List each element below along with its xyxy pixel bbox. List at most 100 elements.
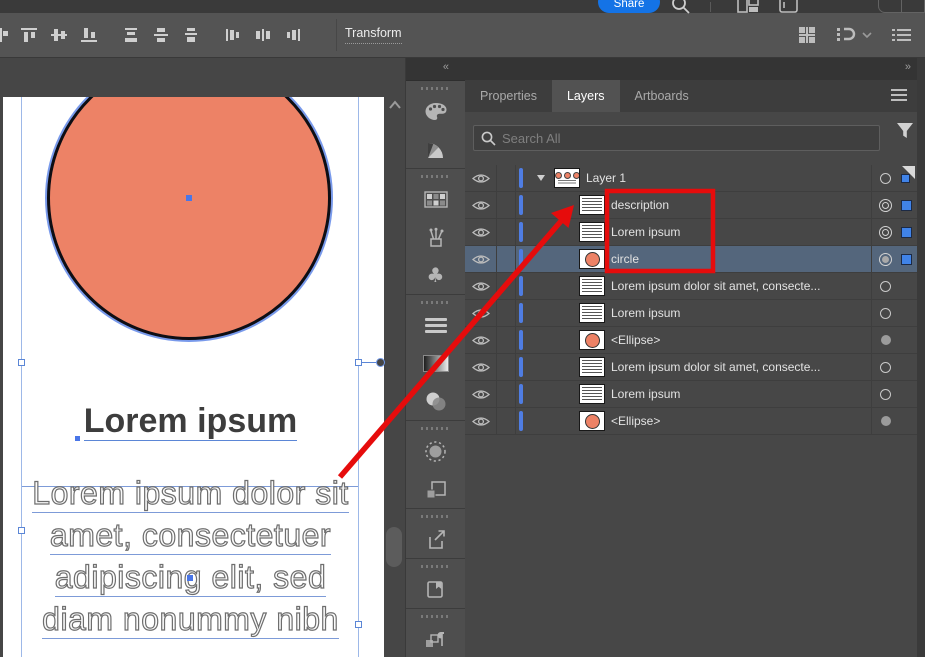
tab-properties[interactable]: Properties [465, 80, 552, 112]
dock-drag-handle[interactable] [420, 301, 451, 304]
layer-thumbnail[interactable] [579, 222, 605, 242]
target-indicator[interactable] [879, 280, 892, 293]
layer-row[interactable]: Lorem ipsum [465, 381, 917, 408]
paragraph-line[interactable]: diam nonummy nibh [22, 599, 359, 639]
selection-handle[interactable] [355, 621, 362, 628]
panel-menu-icon[interactable] [891, 88, 907, 102]
layer-thumbnail[interactable] [579, 303, 605, 323]
brushes-icon[interactable] [406, 218, 465, 256]
layer-name[interactable]: Layer 1 [586, 171, 871, 185]
scroll-up-icon[interactable] [388, 100, 402, 110]
list-menu-icon[interactable] [892, 28, 911, 43]
layer-row[interactable]: Lorem ipsum dolor sit amet, consecte... [465, 354, 917, 381]
layer-name[interactable]: description [611, 198, 871, 212]
workspace-icon[interactable] [737, 0, 760, 13]
transparency-icon[interactable] [406, 382, 465, 420]
lock-cell[interactable] [497, 246, 516, 272]
target-indicator[interactable] [879, 252, 892, 266]
export-icon[interactable] [406, 520, 465, 558]
distribute-top-icon[interactable] [123, 27, 140, 43]
share-button[interactable]: Share [598, 0, 660, 13]
heading-text[interactable]: Lorem ipsum [22, 401, 359, 441]
layer-name[interactable]: Lorem ipsum dolor sit amet, consecte... [611, 360, 871, 374]
visibility-toggle[interactable] [465, 165, 497, 191]
target-indicator[interactable] [879, 334, 892, 347]
layer-thumbnail[interactable] [579, 330, 605, 350]
dock-drag-handle[interactable] [420, 87, 451, 90]
appearance-icon[interactable] [406, 432, 465, 470]
swatches-icon[interactable] [406, 180, 465, 218]
visibility-toggle[interactable] [465, 354, 497, 380]
libraries-icon[interactable] [406, 570, 465, 608]
layer-row[interactable]: Lorem ipsum [465, 300, 917, 327]
window-controls[interactable] [878, 0, 925, 13]
color-guide-icon[interactable] [406, 130, 465, 168]
layer-name[interactable]: <Ellipse> [611, 333, 871, 347]
target-indicator[interactable] [879, 415, 892, 428]
layer-row[interactable]: circle [465, 246, 917, 273]
dock-drag-handle[interactable] [420, 175, 451, 178]
target-indicator[interactable] [879, 388, 892, 401]
align-vertical-center-icon[interactable] [51, 27, 68, 43]
collapse-dock-icon[interactable]: « [443, 61, 449, 73]
search-input[interactable]: Search All [473, 125, 880, 151]
visibility-toggle[interactable] [465, 327, 497, 353]
selection-handle[interactable] [355, 359, 362, 366]
layer-row[interactable]: Lorem ipsum dolor sit amet, consecte... [465, 273, 917, 300]
selection-handle[interactable] [18, 527, 25, 534]
transform-link[interactable]: Transform [345, 26, 402, 44]
stroke-icon[interactable] [406, 306, 465, 344]
layer-thumbnail[interactable] [579, 195, 605, 215]
distribute-horizontal-center-icon[interactable] [255, 27, 272, 43]
document-panel-icon[interactable] [779, 0, 799, 13]
align-left-partial-icon[interactable] [0, 27, 8, 43]
layer-row[interactable]: Layer 1 [465, 165, 917, 192]
layer-row[interactable]: description [465, 192, 917, 219]
dock-drag-handle[interactable] [420, 515, 451, 518]
visibility-toggle[interactable] [465, 192, 497, 218]
layer-thumbnail[interactable] [579, 249, 605, 269]
dock-drag-handle[interactable] [420, 427, 451, 430]
lock-cell[interactable] [497, 192, 516, 218]
circle-shape[interactable] [47, 97, 331, 340]
target-indicator[interactable] [879, 225, 892, 239]
rotate-handle[interactable] [376, 358, 385, 367]
filter-icon[interactable] [895, 121, 915, 140]
layer-row[interactable]: Lorem ipsum [465, 219, 917, 246]
lock-cell[interactable] [497, 219, 516, 245]
selection-square[interactable] [901, 199, 912, 211]
paragraph-anchor-handle[interactable] [187, 575, 193, 581]
target-indicator[interactable] [879, 361, 892, 374]
dock-drag-handle[interactable] [420, 565, 451, 568]
layer-row[interactable]: <Ellipse> [465, 327, 917, 354]
lock-cell[interactable] [497, 381, 516, 407]
paragraph-line[interactable]: amet, consectetuer [22, 515, 359, 555]
symbols-icon[interactable]: ♣ [406, 256, 465, 294]
circle-center-handle[interactable] [186, 195, 192, 201]
distribute-vertical-center-icon[interactable] [153, 27, 170, 43]
distribute-bottom-icon[interactable] [183, 27, 200, 43]
lock-cell[interactable] [497, 300, 516, 326]
heading-anchor-handle[interactable] [75, 436, 80, 441]
visibility-toggle[interactable] [465, 408, 497, 434]
distribute-left-icon[interactable] [225, 27, 242, 43]
visibility-toggle[interactable] [465, 219, 497, 245]
layer-name[interactable]: <Ellipse> [611, 414, 871, 428]
tab-layers[interactable]: Layers [551, 80, 620, 112]
search-icon[interactable] [670, 0, 694, 14]
gradient-icon[interactable] [406, 344, 465, 382]
color-icon[interactable] [406, 92, 465, 130]
layer-name[interactable]: Lorem ipsum [611, 225, 871, 239]
visibility-toggle[interactable] [465, 273, 497, 299]
lock-cell[interactable] [497, 327, 516, 353]
lock-cell[interactable] [497, 354, 516, 380]
layer-row[interactable]: <Ellipse> [465, 408, 917, 435]
canvas-area[interactable]: Lorem ipsum Lorem ipsum dolor sit amet, … [0, 57, 405, 657]
layer-thumbnail[interactable] [579, 357, 605, 377]
target-indicator[interactable] [879, 198, 892, 212]
layer-name[interactable]: Lorem ipsum [611, 306, 871, 320]
lock-cell[interactable] [497, 273, 516, 299]
align-top-icon[interactable] [21, 27, 38, 43]
visibility-toggle[interactable] [465, 246, 497, 272]
layer-name[interactable]: circle [611, 252, 871, 266]
